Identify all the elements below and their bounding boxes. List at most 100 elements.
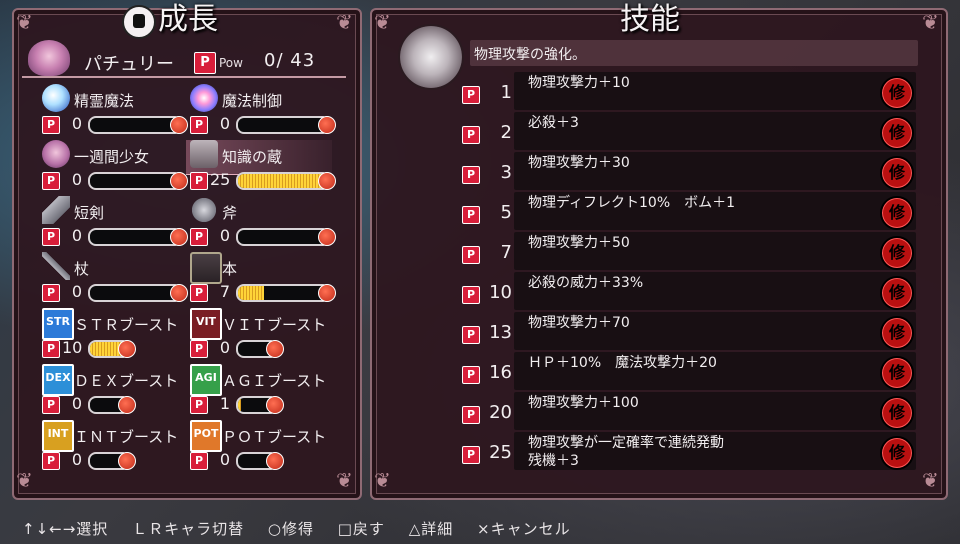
skill-item[interactable]: 一週間少女 P 0 xyxy=(42,140,192,196)
skill-level: 25 xyxy=(210,170,231,189)
learn-seal-icon: 修 xyxy=(880,156,914,190)
spirit-icon xyxy=(42,84,70,112)
corner-ornament-icon: ❦ xyxy=(374,468,391,492)
bar-end-orb-icon xyxy=(318,284,336,302)
skill-name: 杖 xyxy=(74,260,90,278)
perk-row[interactable]: P 2 必殺＋3 修 xyxy=(458,112,918,152)
skill-item[interactable]: STR ＳＴＲブースト P 10 xyxy=(42,308,192,364)
staff-icon xyxy=(42,252,70,280)
p-badge-icon: P xyxy=(42,284,60,302)
guide-switch: ＬＲキャラ切替 xyxy=(132,520,245,538)
p-badge-icon: P xyxy=(190,396,208,414)
learn-seal-icon: 修 xyxy=(880,196,914,230)
skill-item[interactable]: 精霊魔法 P 0 xyxy=(42,84,192,140)
skill-level: 7 xyxy=(219,282,230,301)
perk-level: 2 xyxy=(500,122,512,143)
p-badge-icon: P xyxy=(462,86,480,104)
perk-level: 1 xyxy=(500,82,512,103)
perk-row[interactable]: P 25 物理攻撃が一定確率で連続発動 残機＋3 修 xyxy=(458,432,918,472)
guide-detail: △詳細 xyxy=(408,520,454,538)
bar-end-orb-icon xyxy=(170,172,188,190)
corner-ornament-icon: ❦ xyxy=(374,10,391,34)
skill-name: 知識の蔵 xyxy=(222,148,283,166)
skill-progress-bar xyxy=(236,284,326,302)
skill-level: 0 xyxy=(71,226,82,245)
stone-shrine-icon xyxy=(190,140,218,168)
skill-level: 1 xyxy=(219,394,230,413)
perk-text: 必殺＋3 xyxy=(528,115,579,131)
perk-level: 10 xyxy=(489,282,512,303)
pow-badge-icon: P xyxy=(194,52,216,74)
character-portrait-icon xyxy=(28,40,70,76)
skill-name: ＳＴＲブースト xyxy=(74,316,179,334)
perk-text: 必殺の威力＋33% xyxy=(528,275,644,291)
skill-item[interactable]: DEX ＤＥＸブースト P 0 xyxy=(42,364,192,420)
perk-row[interactable]: P 3 物理攻撃力＋30 修 xyxy=(458,152,918,192)
skill-item[interactable]: 短剣 P 0 xyxy=(42,196,192,252)
p-badge-icon: P xyxy=(190,452,208,470)
skill-item[interactable]: 知識の蔵 P 25 xyxy=(190,140,340,196)
skill-item[interactable]: POT ＰＯＴブースト P 0 xyxy=(190,420,340,476)
skill-item[interactable]: AGI ＡＧＩブースト P 1 xyxy=(190,364,340,420)
skill-progress-bar xyxy=(236,116,326,134)
learn-seal-icon: 修 xyxy=(880,236,914,270)
p-badge-icon: P xyxy=(190,340,208,358)
perk-row[interactable]: P 16 ＨＰ＋10% 魔法攻撃力＋20 修 xyxy=(458,352,918,392)
p-badge-icon: P xyxy=(190,172,208,190)
skill-name: ＩＮＴブースト xyxy=(74,428,179,446)
skill-progress-fill xyxy=(238,174,324,188)
learn-seal-icon: 修 xyxy=(880,76,914,110)
skill-item[interactable]: INT ＩＮＴブースト P 0 xyxy=(42,420,192,476)
perk-row[interactable]: P 10 必殺の威力＋33% 修 xyxy=(458,272,918,312)
bar-end-orb-icon xyxy=(266,396,284,414)
perk-text: ＨＰ＋10% 魔法攻撃力＋20 xyxy=(528,355,717,371)
p-badge-icon: P xyxy=(42,452,60,470)
perk-level: 5 xyxy=(500,202,512,223)
corner-ornament-icon: ❦ xyxy=(922,468,939,492)
bar-end-orb-icon xyxy=(318,172,336,190)
learn-seal-icon: 修 xyxy=(880,436,914,470)
skill-item[interactable]: 魔法制御 P 0 xyxy=(190,84,340,140)
p-badge-icon: P xyxy=(462,206,480,224)
book-icon xyxy=(190,252,222,284)
p-badge-icon: P xyxy=(462,246,480,264)
skill-level: 0 xyxy=(71,170,82,189)
pow-value: 0/ 43 xyxy=(264,50,316,71)
guide-back: □戻す xyxy=(337,520,385,538)
perk-row[interactable]: P 13 物理攻撃力＋70 修 xyxy=(458,312,918,352)
skill-item[interactable]: 杖P0 xyxy=(42,252,192,308)
skill-name: 斧 xyxy=(222,204,238,222)
perk-row[interactable]: P 5 物理ディフレクト10% ボム＋1 修 xyxy=(458,192,918,232)
skill-description: 物理攻撃の強化。 xyxy=(474,47,586,63)
perk-level: 3 xyxy=(500,162,512,183)
stone-shrine-icon xyxy=(398,24,464,90)
p-badge-icon: P xyxy=(462,406,480,424)
perk-row[interactable]: P 7 物理攻撃力＋50 修 xyxy=(458,232,918,272)
p-badge-icon: P xyxy=(462,446,480,464)
skill-level: 0 xyxy=(71,394,82,413)
skills-title: 技能 xyxy=(620,2,680,37)
skill-item[interactable]: 斧P0 xyxy=(190,196,340,252)
skill-name: ＶＩＴブースト xyxy=(222,316,327,334)
p-badge-icon: P xyxy=(190,116,208,134)
p-badge-icon: P xyxy=(42,172,60,190)
dex-icon: DEX xyxy=(42,364,74,396)
skill-name: 本 xyxy=(222,260,238,278)
p-badge-icon: P xyxy=(42,340,60,358)
corner-ornament-icon: ❦ xyxy=(16,468,33,492)
perk-row[interactable]: P 20 物理攻撃力＋100 修 xyxy=(458,392,918,432)
perk-row[interactable]: P 1 物理攻撃力＋10 修 xyxy=(458,72,918,112)
skill-name: 一週間少女 xyxy=(74,148,150,166)
p-badge-icon: P xyxy=(190,284,208,302)
skill-progress-bar xyxy=(236,228,326,246)
skill-item[interactable]: VIT ＶＩＴブースト P 0 xyxy=(190,308,340,364)
perk-text: 物理攻撃力＋10 xyxy=(528,75,630,91)
p-badge-icon: P xyxy=(462,126,480,144)
learn-seal-icon: 修 xyxy=(880,356,914,390)
magic-orb-icon xyxy=(190,84,218,112)
perk-level: 13 xyxy=(489,322,512,343)
skill-item[interactable]: 本P7 xyxy=(190,252,340,308)
str-icon: STR xyxy=(42,308,74,340)
perk-text: 物理攻撃が一定確率で連続発動 残機＋3 xyxy=(528,435,724,469)
perk-text: 物理ディフレクト10% ボム＋1 xyxy=(528,195,736,211)
